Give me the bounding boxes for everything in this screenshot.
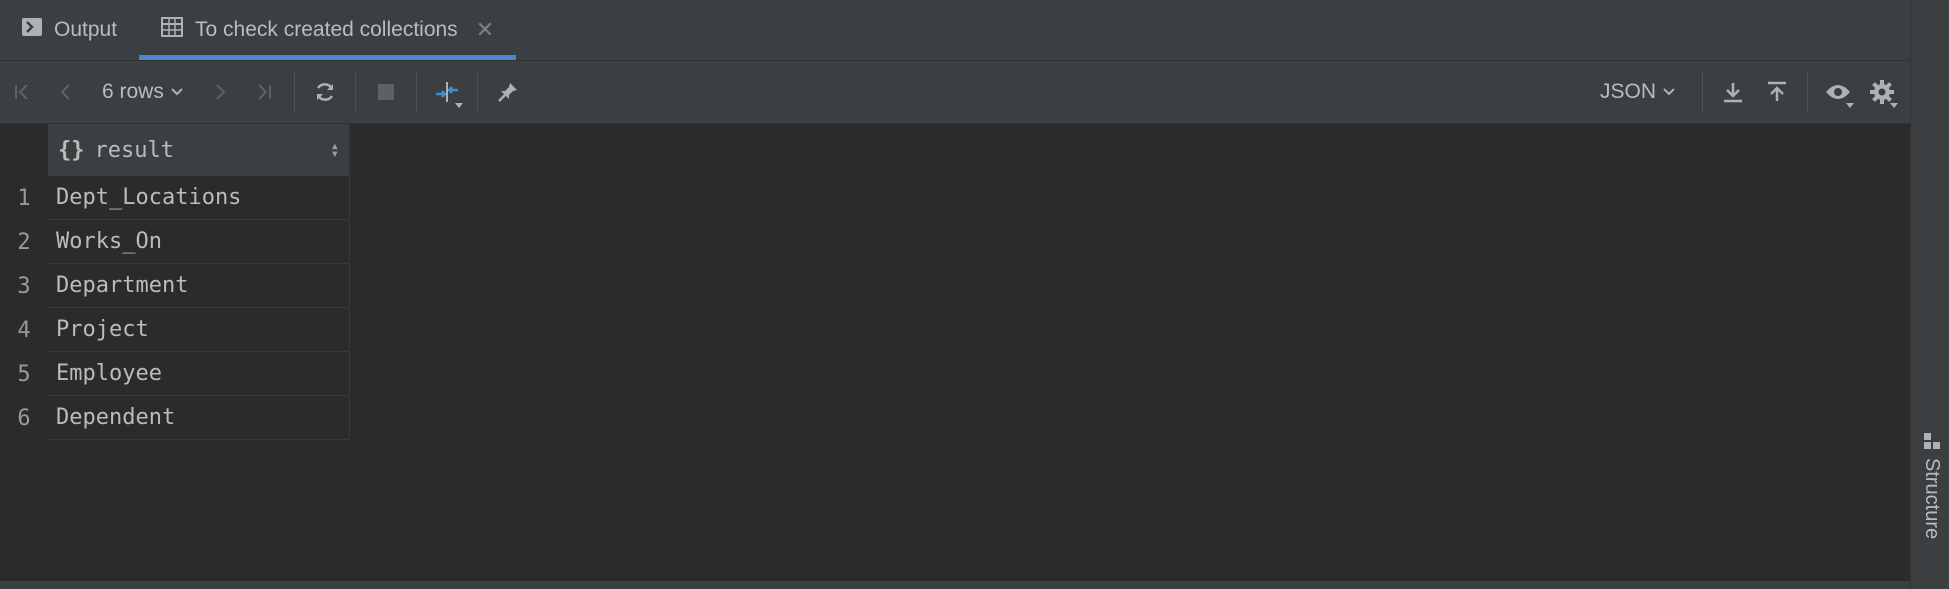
stop-button[interactable] xyxy=(364,70,408,114)
results-grid: {} result ▴ ▾ 1 Dept_Locations 2 Works_On… xyxy=(0,124,350,440)
column-header-label: result xyxy=(94,137,174,163)
result-cell[interactable]: Project xyxy=(48,308,350,352)
upload-icon xyxy=(1768,81,1786,101)
format-dropdown[interactable]: JSON xyxy=(1582,80,1694,104)
view-options-button[interactable] xyxy=(1816,70,1860,114)
reload-button[interactable] xyxy=(303,70,347,114)
right-tool-strip: Structure xyxy=(1910,0,1949,589)
result-cell[interactable]: Works_On xyxy=(48,220,350,264)
settings-button[interactable] xyxy=(1860,70,1904,114)
gear-icon xyxy=(1870,80,1894,104)
result-cell[interactable]: Department xyxy=(48,264,350,308)
tab-output-label: Output xyxy=(54,18,118,41)
prev-page-button[interactable] xyxy=(44,70,88,114)
structure-icon xyxy=(1923,433,1940,449)
table-icon xyxy=(161,17,184,43)
first-page-button[interactable] xyxy=(0,70,44,114)
dropdown-marker-icon xyxy=(1890,103,1898,108)
rows-count-dropdown[interactable]: 6 rows xyxy=(88,80,198,104)
row-number: 1 xyxy=(0,176,48,220)
row-number: 6 xyxy=(0,396,48,440)
stop-icon xyxy=(377,84,394,100)
row-number-header xyxy=(0,124,48,176)
toolbar-separator xyxy=(293,72,295,112)
structure-tool-button[interactable]: Structure xyxy=(1920,432,1943,539)
last-page-icon xyxy=(258,84,271,100)
toolbar-separator xyxy=(415,72,417,112)
table-row[interactable]: 5 Employee xyxy=(0,352,350,396)
compare-arrows-icon xyxy=(435,82,458,102)
toolbar-separator xyxy=(476,72,478,112)
console-icon xyxy=(22,18,42,42)
tab-bar: Output To check created collections ✕ xyxy=(0,0,1910,61)
table-row[interactable]: 1 Dept_Locations xyxy=(0,176,350,220)
row-number: 4 xyxy=(0,308,48,352)
pin-tab-button[interactable] xyxy=(486,70,530,114)
chevron-left-icon xyxy=(60,84,70,100)
structure-label: Structure xyxy=(1921,458,1943,540)
first-page-icon xyxy=(15,84,28,100)
last-page-button[interactable] xyxy=(242,70,286,114)
chevron-down-icon xyxy=(1663,88,1675,96)
export-button[interactable] xyxy=(1711,70,1755,114)
tab-output[interactable]: Output xyxy=(0,0,139,60)
grid-header: {} result ▴ ▾ xyxy=(0,124,350,176)
bottom-status-strip xyxy=(0,581,1910,589)
toolbar-separator xyxy=(1702,72,1703,112)
result-cell[interactable]: Dependent xyxy=(48,396,350,440)
result-cell[interactable]: Employee xyxy=(48,352,350,396)
table-row[interactable]: 4 Project xyxy=(0,308,350,352)
compare-button[interactable] xyxy=(425,70,469,114)
eye-icon xyxy=(1826,85,1850,99)
result-cell[interactable]: Dept_Locations xyxy=(48,176,350,220)
close-icon[interactable]: ✕ xyxy=(476,17,494,43)
toolbar-separator xyxy=(354,72,356,112)
table-row[interactable]: 2 Works_On xyxy=(0,220,350,264)
table-row[interactable]: 6 Dependent xyxy=(0,396,350,440)
chevron-right-icon xyxy=(216,84,226,100)
dropdown-marker-icon xyxy=(454,103,463,108)
sort-icon[interactable]: ▴ ▾ xyxy=(331,139,339,161)
results-toolbar: 6 rows JSON xyxy=(0,61,1910,124)
next-page-button[interactable] xyxy=(198,70,242,114)
column-header-result[interactable]: {} result ▴ ▾ xyxy=(48,124,350,176)
json-object-icon: {} xyxy=(58,137,85,163)
tab-check-collections[interactable]: To check created collections ✕ xyxy=(139,0,517,60)
row-number: 5 xyxy=(0,352,48,396)
chevron-down-icon xyxy=(171,88,183,96)
refresh-icon xyxy=(316,83,333,101)
toolbar-separator xyxy=(1807,72,1808,112)
format-label: JSON xyxy=(1599,80,1656,103)
pin-icon xyxy=(497,83,517,102)
import-button[interactable] xyxy=(1755,70,1799,114)
download-icon xyxy=(1724,83,1742,103)
rows-count-label: 6 rows xyxy=(102,80,164,103)
dropdown-marker-icon xyxy=(1846,103,1854,108)
table-row[interactable]: 3 Department xyxy=(0,264,350,308)
row-number: 2 xyxy=(0,220,48,264)
row-number: 3 xyxy=(0,264,48,308)
tab-check-collections-label: To check created collections xyxy=(195,18,458,41)
